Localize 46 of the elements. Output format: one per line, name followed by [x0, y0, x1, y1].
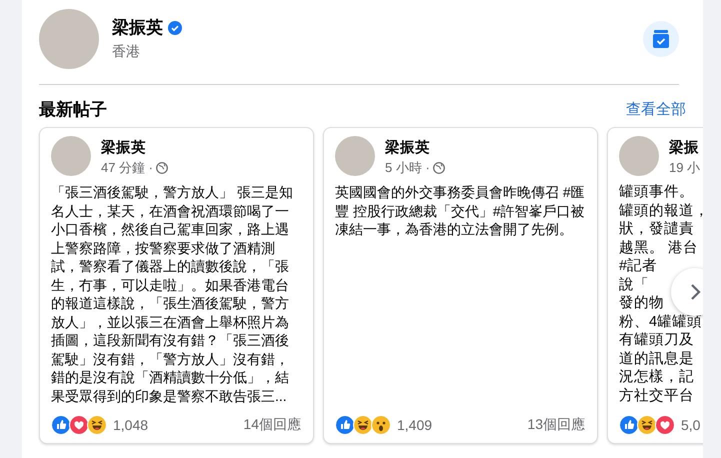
bookmark-check-icon: [651, 28, 671, 48]
post-card[interactable]: 梁振英 5 小時 · 英國國會的外交事務委員會昨晚傳召 #匯豐 控股行政總裁「交代」#許智峯戶口被凍結一事，為香港的立法會開了先例。 1,409 13個回應: [323, 127, 598, 444]
profile-name[interactable]: 梁振英: [112, 16, 163, 39]
author-name[interactable]: 梁振英: [385, 138, 445, 157]
post-card[interactable]: [39, 127, 314, 444]
comment-count[interactable]: 13個回應: [527, 416, 585, 434]
profile-location: 香港: [112, 43, 141, 61]
reaction-count[interactable]: 1,048: [113, 417, 148, 433]
post-card[interactable]: 梁振 19 小 罐頭事件。 罐頭的報道， 狀，發譴責 越黑。 港台 #記者 說「 發的物 粉、4罐罐頭 有罐頭刀及 道的訊息是 況怎樣，記 方社交平台 5,0: [607, 127, 703, 444]
post-text: 「張三酒後駕駛，警方放人」 張三是知名人士，某天，在酒會祝酒環節喝了一小口香檳，然後自己駕車回家，路上遇上警察路障，按警察要求做了酒精測試，警察看了儀器上的讀數後說，「張生，冇事，可以走啦」。如果香港電台的報道這樣說，「張生酒後駕駛，警方放人」，並以張三在酒會上舉杯照片為插圖，這段新聞有沒有錯？「張三酒後駕駛」沒有錯，「警方放人」沒有錯，錯的是沒有說「酒精讀數十分低」，結果受眾得到的印象是警察不敢告張三...: [51, 183, 294, 406]
post-text-line: 況怎樣，記: [619, 368, 694, 386]
post-time[interactable]: 19 小: [669, 159, 700, 177]
author-name[interactable]: 梁振英: [101, 138, 168, 157]
post-text-line: 道的訊息是: [619, 350, 694, 368]
post-text-line: 發的物: [619, 294, 664, 312]
heart-reaction-icon: [655, 415, 675, 435]
reaction-count[interactable]: 1,409: [397, 417, 432, 433]
post-text-line: 說「: [619, 276, 649, 294]
reaction-count[interactable]: 5,0: [681, 417, 700, 433]
post-time[interactable]: 5 小時 ·: [385, 159, 430, 177]
post-time[interactable]: 47 分鐘 ·: [101, 159, 154, 177]
post-text: 英國國會的外交事務委員會昨晚傳召 #匯豐 控股行政總裁「交代」#許智峯戶口被凍結一事，為香港的立法會開了先例。: [335, 183, 585, 239]
laughing-face-icon: [637, 415, 657, 435]
see-all-link[interactable]: 查看全部: [626, 100, 686, 118]
author-photo-placeholder[interactable]: [619, 136, 659, 176]
post-text-line: 越黑。 港台: [619, 238, 698, 257]
author-photo-placeholder[interactable]: [51, 136, 91, 176]
post-text-line: 罐頭的報道，: [619, 202, 703, 220]
laughing-face-icon: [353, 415, 373, 435]
surprised-face-icon: [371, 415, 391, 435]
post-text-line: #記者: [619, 257, 658, 276]
comment-count[interactable]: 14個回應: [243, 416, 301, 434]
like-reaction-icon: [335, 415, 355, 435]
post-text-line: 狀，發譴責: [619, 220, 694, 238]
section-title: 最新帖子: [39, 98, 107, 120]
author-photo-placeholder[interactable]: [335, 136, 375, 176]
post-text-line: 方社交平台: [619, 386, 694, 405]
laughing-face-icon: [87, 415, 107, 435]
like-reaction-icon: [51, 415, 71, 435]
post-text-line: 罐頭事件。: [619, 183, 694, 202]
heart-reaction-icon: [69, 415, 89, 435]
post-text-line: 有罐頭刀及: [619, 331, 694, 350]
saved-button[interactable]: [643, 20, 679, 56]
post-text-line: 粉、4罐罐頭: [619, 312, 702, 331]
like-reaction-icon: [619, 415, 639, 435]
author-name[interactable]: 梁振: [669, 138, 700, 157]
